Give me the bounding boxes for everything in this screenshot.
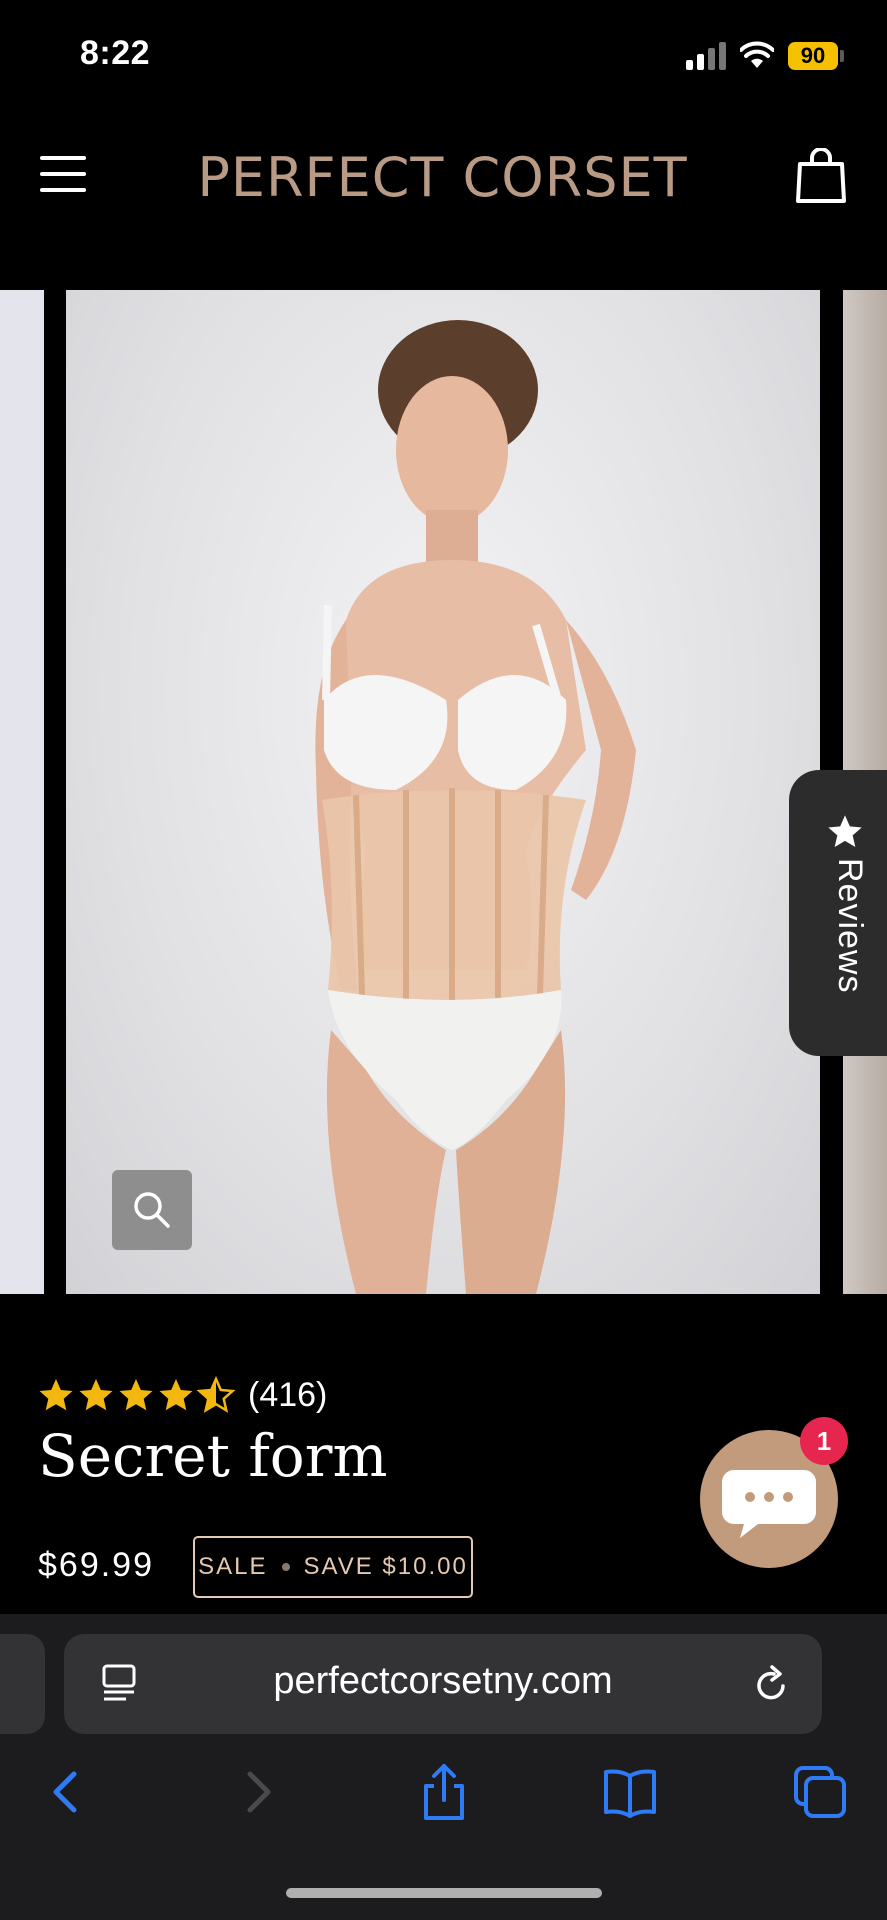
brand-logo[interactable]: PERFECT CORSET (150, 146, 735, 209)
review-count[interactable]: (416) (248, 1376, 327, 1415)
bookmarks-icon[interactable] (600, 1762, 660, 1822)
zoom-button[interactable] (112, 1170, 192, 1250)
sale-badge: SALE SAVE $10.00 (193, 1536, 473, 1598)
star-rating[interactable] (36, 1376, 236, 1416)
gallery-prev-image[interactable] (0, 290, 44, 1294)
menu-button[interactable] (40, 156, 88, 192)
previous-tab[interactable] (0, 1634, 45, 1734)
search-icon (134, 1192, 170, 1228)
product-title: Secret form (38, 1422, 388, 1490)
url-text[interactable]: perfectcorsetny.com (200, 1660, 686, 1703)
battery-tip (840, 50, 844, 62)
reviews-tab[interactable]: Reviews (789, 770, 887, 1056)
chat-notification-badge: 1 (800, 1417, 848, 1465)
cart-icon[interactable] (795, 148, 847, 204)
cellular-signal-icon (686, 42, 726, 70)
share-icon[interactable] (414, 1762, 474, 1822)
rating-stars-icon (39, 1376, 236, 1413)
tabs-icon[interactable] (790, 1762, 850, 1822)
reload-icon[interactable] (752, 1662, 792, 1706)
product-image[interactable] (66, 290, 820, 1294)
separator-dot (281, 1563, 290, 1571)
sale-label: SALE (198, 1553, 268, 1580)
back-icon[interactable] (36, 1762, 96, 1822)
home-indicator[interactable] (286, 1888, 602, 1898)
battery-indicator: 90 (788, 42, 838, 70)
model-figure (315, 320, 636, 1294)
status-time: 8:22 (80, 34, 151, 72)
wifi-icon (740, 41, 774, 68)
star-icon (828, 815, 862, 847)
reader-mode-icon[interactable] (100, 1662, 140, 1706)
reviews-label: Reviews (831, 858, 869, 994)
forward-icon[interactable] (228, 1762, 288, 1822)
product-price: $69.99 (38, 1546, 154, 1584)
save-amount: SAVE $10.00 (303, 1553, 468, 1580)
